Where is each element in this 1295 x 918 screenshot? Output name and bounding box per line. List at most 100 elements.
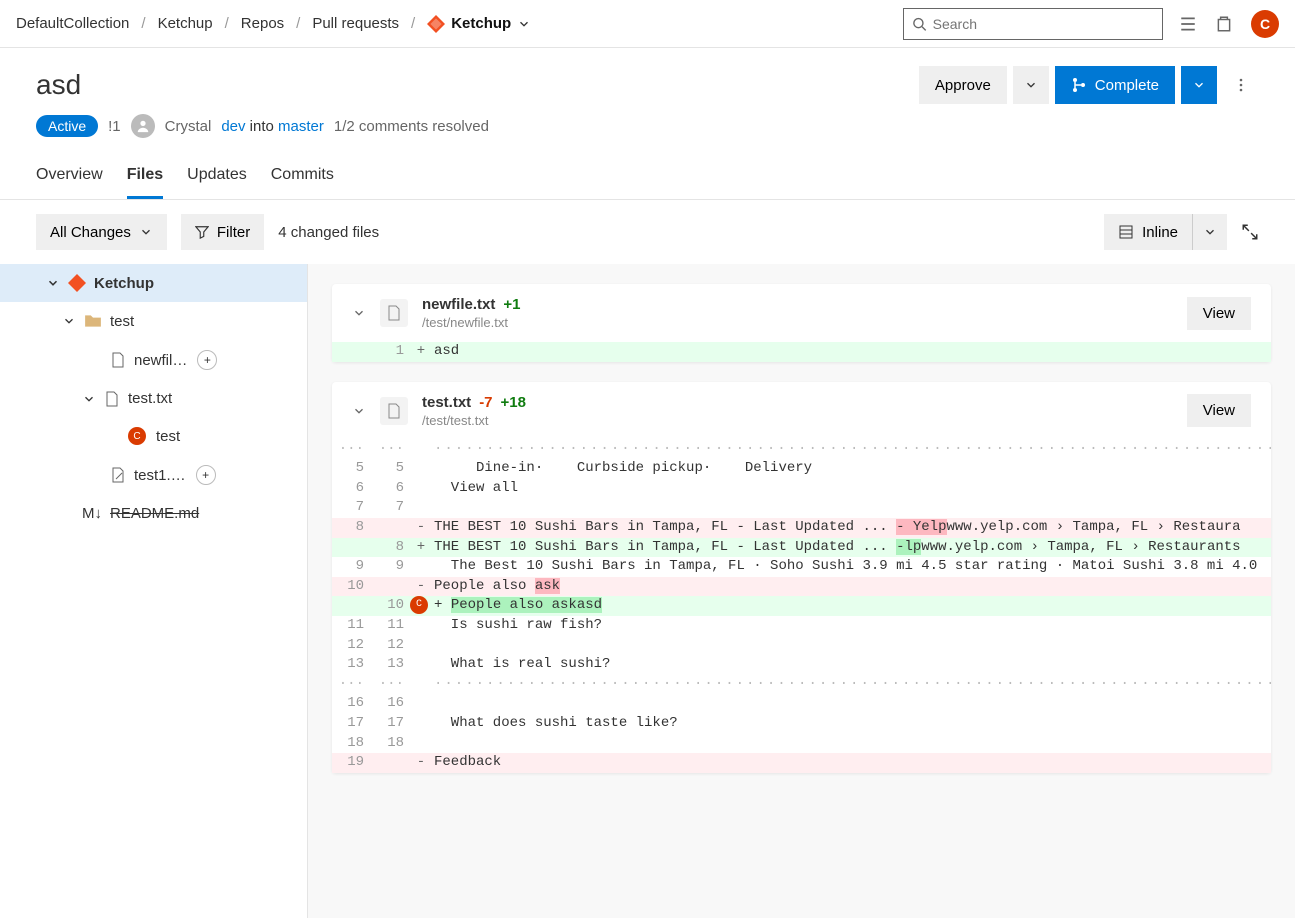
filter-icon [195, 225, 209, 239]
diff-panel[interactable]: newfile.txt +1 /test/newfile.txt View 1 … [308, 264, 1295, 918]
line-number-old: 18 [332, 734, 372, 754]
breadcrumb-item[interactable]: Ketchup [158, 15, 213, 32]
diff-separator[interactable]: ········································… [332, 440, 1271, 460]
breadcrumb-repo-selector[interactable]: Ketchup [427, 15, 531, 33]
diff-line-context[interactable]: 1818 [332, 734, 1271, 754]
diff-line-added[interactable]: 8+THE BEST 10 Sushi Bars in Tampa, FL - … [332, 538, 1271, 558]
comments-resolved[interactable]: 1/2 comments resolved [334, 118, 489, 135]
fullscreen-icon[interactable] [1241, 223, 1259, 241]
list-icon[interactable] [1179, 15, 1197, 33]
line-number-old [332, 342, 372, 362]
code-content: People also ask [430, 577, 1271, 597]
file-name[interactable]: test.txt [422, 394, 471, 411]
more-actions-button[interactable] [1223, 66, 1259, 104]
chevron-down-icon [1192, 78, 1206, 92]
file-edit-icon [110, 467, 126, 483]
search-box[interactable] [903, 8, 1163, 40]
folder-icon [84, 312, 102, 330]
chevron-down-icon[interactable] [352, 404, 366, 418]
diff-line-added[interactable]: 1 + asd [332, 342, 1271, 362]
tree-file-label: newfil… [134, 352, 187, 369]
tab-updates[interactable]: Updates [187, 158, 247, 199]
line-number-new: 18 [372, 734, 412, 754]
tree-add-badge: + [197, 350, 217, 370]
tree-file[interactable]: test1.… + [0, 455, 307, 495]
diff-body: 1 + asd [332, 342, 1271, 362]
market-icon[interactable] [1215, 15, 1233, 33]
diff-line-context[interactable]: 66 View all [332, 479, 1271, 499]
tree-folder-label: test [110, 313, 134, 330]
breadcrumb-separator: / [296, 15, 300, 32]
diff-line-context[interactable]: 77 [332, 498, 1271, 518]
git-repo-icon [427, 15, 445, 33]
view-file-button[interactable]: View [1187, 394, 1251, 427]
inline-label: Inline [1142, 224, 1178, 241]
target-branch[interactable]: master [278, 118, 324, 135]
file-icon [104, 391, 120, 407]
line-number-new: 9 [372, 557, 412, 577]
line-number-old: 11 [332, 616, 372, 636]
top-bar: DefaultCollection / Ketchup / Repos / Pu… [0, 0, 1295, 48]
pr-title: asd [36, 69, 81, 101]
breadcrumb-item[interactable]: DefaultCollection [16, 15, 129, 32]
approve-split-button[interactable] [1013, 66, 1049, 104]
breadcrumb-item[interactable]: Repos [241, 15, 284, 32]
tree-file[interactable]: test.txt [0, 380, 307, 417]
tree-file[interactable]: newfil… + [0, 340, 307, 380]
changes-dropdown[interactable]: All Changes [36, 214, 167, 250]
author-avatar[interactable] [131, 114, 155, 138]
diff-line-context[interactable]: 1313 What is real sushi? [332, 655, 1271, 675]
diff-separator[interactable]: ········································… [332, 675, 1271, 695]
file-icon [380, 397, 408, 425]
user-avatar[interactable]: C [1251, 10, 1279, 38]
tree-comment-thread[interactable]: C test [0, 417, 307, 455]
file-name[interactable]: newfile.txt [422, 296, 495, 313]
diff-marker: - [412, 518, 430, 538]
tab-overview[interactable]: Overview [36, 158, 103, 199]
author-name[interactable]: Crystal [165, 118, 212, 135]
diff-line-deleted[interactable]: 8-THE BEST 10 Sushi Bars in Tampa, FL - … [332, 518, 1271, 538]
breadcrumb-separator: / [141, 15, 145, 32]
markdown-icon: M↓ [82, 505, 102, 522]
complete-split-button[interactable] [1181, 66, 1217, 104]
diff-line-deleted[interactable]: 10-People also ask [332, 577, 1271, 597]
code-content [430, 694, 1271, 714]
view-mode-split-button[interactable] [1192, 214, 1227, 250]
filter-button[interactable]: Filter [181, 214, 264, 250]
topbar-actions: C [1179, 10, 1279, 38]
content: Ketchup test newfil… + test.txt C test t… [0, 264, 1295, 918]
diff-line-deleted[interactable]: 19-Feedback [332, 753, 1271, 773]
diff-line-added[interactable]: 10C+ People also askasd [332, 596, 1271, 616]
complete-button[interactable]: Complete [1055, 66, 1175, 104]
search-input[interactable] [933, 16, 1154, 32]
tab-files[interactable]: Files [127, 158, 163, 199]
code-content [430, 498, 1271, 518]
chevron-down-icon [1024, 78, 1038, 92]
code-content: asd [430, 342, 1271, 362]
line-number-old: 6 [332, 479, 372, 499]
tree-file-label: test1.… [134, 467, 186, 484]
diff-line-context[interactable]: 1212 [332, 636, 1271, 656]
git-repo-icon [68, 274, 86, 292]
diff-line-context[interactable]: 55 Dine-in· Curbside pickup· Delivery [332, 459, 1271, 479]
diff-line-context[interactable]: 1717 What does sushi taste like? [332, 714, 1271, 734]
breadcrumb: DefaultCollection / Ketchup / Repos / Pu… [16, 15, 903, 33]
view-file-button[interactable]: View [1187, 297, 1251, 330]
source-branch[interactable]: dev [221, 118, 245, 135]
breadcrumb-item[interactable]: Pull requests [312, 15, 399, 32]
filter-label: Filter [217, 224, 250, 241]
tree-root[interactable]: Ketchup [0, 264, 307, 302]
diff-line-context[interactable]: 1616 [332, 694, 1271, 714]
chevron-down-icon[interactable] [352, 306, 366, 320]
comment-marker-icon[interactable]: C [410, 596, 428, 614]
diff-line-context[interactable]: 99 The Best 10 Sushi Bars in Tampa, FL ·… [332, 557, 1271, 577]
tree-comment-label: test [156, 428, 180, 445]
diff-line-context[interactable]: 1111 Is sushi raw fish? [332, 616, 1271, 636]
tab-commits[interactable]: Commits [271, 158, 334, 199]
tree-file-deleted[interactable]: M↓ README.md [0, 495, 307, 532]
approve-button[interactable]: Approve [919, 66, 1007, 104]
files-toolbar: All Changes Filter 4 changed files Inlin… [0, 200, 1295, 264]
tree-folder[interactable]: test [0, 302, 307, 340]
inline-view-button[interactable]: Inline [1104, 214, 1192, 250]
pr-header: asd Approve Complete Active !1 Crystal d… [0, 48, 1295, 200]
